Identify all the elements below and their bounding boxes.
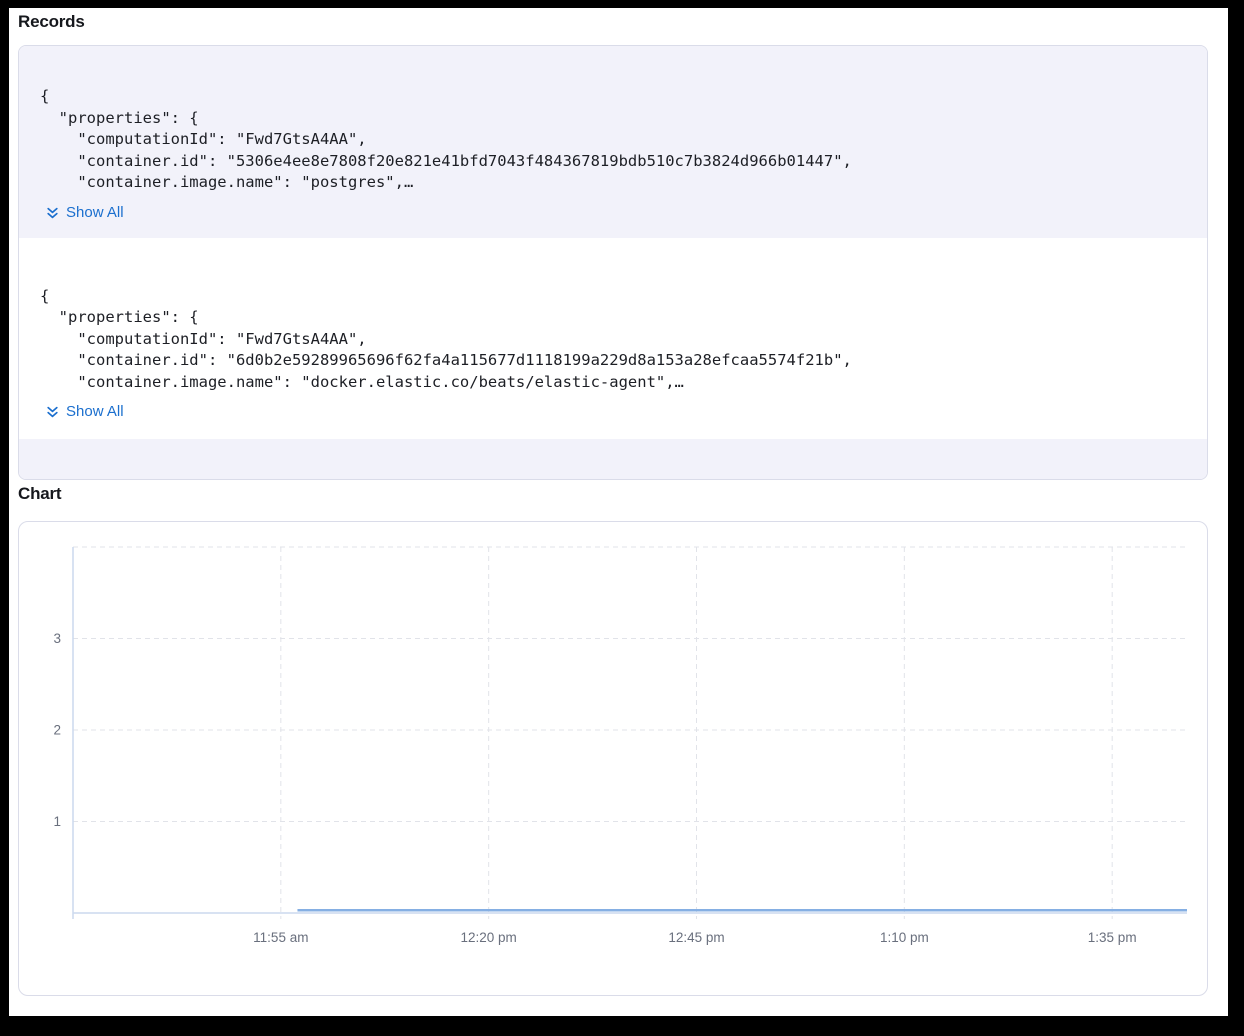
json-line: "computationId": "Fwd7GtsA4AA", <box>40 129 1207 151</box>
svg-text:2: 2 <box>53 723 61 738</box>
record-item-clipped <box>19 439 1207 479</box>
content-area: Records { "properties": { "computationId… <box>9 8 1228 1016</box>
json-line: "container.image.name": "docker.elastic.… <box>40 372 1207 394</box>
svg-text:12:20 pm: 12:20 pm <box>461 930 517 945</box>
json-line: "computationId": "Fwd7GtsA4AA", <box>40 329 1207 351</box>
svg-text:3: 3 <box>53 631 61 646</box>
record-json-preview: { "properties": { "computationId": "Fwd7… <box>40 86 1207 194</box>
json-line: "properties": { <box>40 307 1207 329</box>
records-heading: Records <box>18 8 1228 34</box>
show-all-label: Show All <box>66 403 124 421</box>
record-json-preview: { "properties": { "computationId": "Fwd7… <box>40 286 1207 394</box>
svg-text:12:45 pm: 12:45 pm <box>668 930 724 945</box>
time-series-chart[interactable]: 1 2 3 11:55 am 12:20 pm 12:45 pm 1:10 pm 1:35 p… <box>19 522 1207 995</box>
show-all-link[interactable]: Show All <box>46 204 124 222</box>
svg-text:1: 1 <box>53 814 61 829</box>
show-all-link[interactable]: Show All <box>46 403 124 421</box>
double-chevron-down-icon <box>46 405 59 419</box>
json-line: "container.id": "5306e4ee8e7808f20e821e4… <box>40 151 1207 173</box>
record-item: { "properties": { "computationId": "Fwd7… <box>19 238 1207 439</box>
svg-text:11:55 am: 11:55 am <box>253 930 308 945</box>
double-chevron-down-icon <box>46 206 59 220</box>
show-all-label: Show All <box>66 204 124 222</box>
json-line: { <box>40 286 1207 308</box>
json-line: "container.image.name": "postgres",… <box>40 172 1207 194</box>
records-panel: { "properties": { "computationId": "Fwd7… <box>18 45 1208 480</box>
svg-text:1:10 pm: 1:10 pm <box>880 930 929 945</box>
chart-panel: 1 2 3 11:55 am 12:20 pm 12:45 pm 1:10 pm 1:35 p… <box>18 521 1208 996</box>
record-item: { "properties": { "computationId": "Fwd7… <box>19 46 1207 238</box>
json-line: "container.id": "6d0b2e59289965696f62fa4… <box>40 350 1207 372</box>
chart-heading: Chart <box>18 480 1228 506</box>
json-line: { <box>40 86 1207 108</box>
json-line: "properties": { <box>40 108 1207 130</box>
svg-text:1:35 pm: 1:35 pm <box>1088 930 1137 945</box>
